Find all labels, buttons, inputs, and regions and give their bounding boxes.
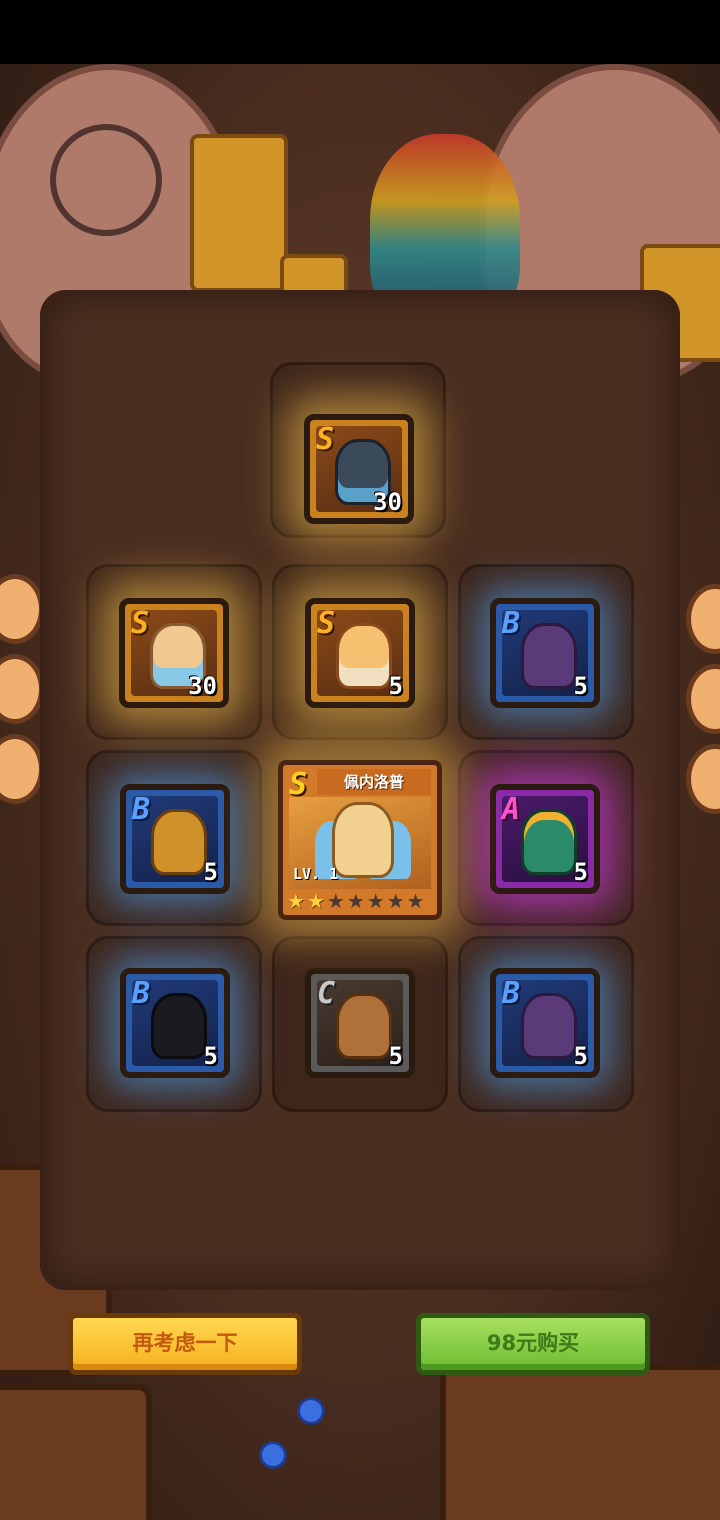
card-count: 5 [573,858,588,886]
hero-card[interactable]: A 5 [490,784,600,894]
hero-card[interactable]: B 5 [490,968,600,1078]
angel-hero-icon [335,805,391,875]
hero-level: LV. 1 [293,865,339,883]
star-filled-icon: ★ [306,889,325,913]
side-coin-icon [0,734,44,804]
hero-card[interactable]: B 5 [120,784,230,894]
card-count: 5 [203,858,218,886]
golden-knight-hero-icon [154,812,204,872]
star-empty-icon: ★ [346,889,365,913]
shadow-mage-hero-icon [524,626,574,686]
star-rating: ★ ★ ★ ★ ★ ★ ★ [287,891,425,911]
peasant-hero-icon [339,996,389,1056]
hero-card[interactable]: S 30 [119,598,229,708]
star-empty-icon: ★ [326,889,345,913]
tattoo-symbol [50,124,162,236]
hooded-rogue-hero-icon [154,996,204,1056]
featured-hero-card[interactable]: 佩内洛普 S LV. 1 ★ ★ ★ ★ ★ ★ ★ [278,760,442,920]
gold-coins-icon [190,134,288,292]
buy-button[interactable]: 98元购买 [416,1313,650,1375]
card-count: 5 [573,1042,588,1070]
card-count: 5 [388,1042,403,1070]
side-coin-icon [686,744,720,814]
grade-label: A [502,792,521,827]
grade-label: B [132,792,151,827]
jade-golem-hero-icon [524,812,574,872]
priestess-hero-icon [339,626,389,686]
card-count: 5 [388,672,403,700]
side-coin-icon [686,584,720,654]
reconsider-button[interactable]: 再考虑一下 [68,1313,302,1375]
grade-label: S [316,422,335,457]
star-empty-icon: ★ [366,889,385,913]
star-filled-icon: ★ [287,889,305,913]
side-coin-icon [0,574,44,644]
hero-card[interactable]: S 5 [305,598,415,708]
card-count: 5 [203,1042,218,1070]
card-count: 30 [188,672,217,700]
lantern-icon [0,1384,152,1520]
hero-card[interactable]: C 5 [305,968,415,1078]
star-empty-icon: ★ [406,889,425,913]
blue-gem-icon [300,1400,322,1422]
blue-gem-icon [262,1444,284,1466]
star-empty-icon: ★ [386,889,405,913]
grade-label: S [317,606,336,641]
barrel-icon [440,1364,720,1520]
card-count: 5 [573,672,588,700]
grade-label: B [502,606,521,641]
hero-card[interactable]: B 5 [490,598,600,708]
hero-card[interactable]: B 5 [120,968,230,1078]
hero-card[interactable]: S 30 [304,414,414,524]
grade-label: S [289,767,308,802]
shadow-mage-hero-icon [524,996,574,1056]
card-count: 30 [373,488,402,516]
status-bar [0,0,720,64]
grade-label: C [317,976,336,1011]
grade-label: B [502,976,521,1011]
grade-label: B [132,976,151,1011]
side-coin-icon [0,654,44,724]
grade-label: S [131,606,150,641]
hero-name: 佩内洛普 [317,769,431,795]
side-coin-icon [686,664,720,734]
